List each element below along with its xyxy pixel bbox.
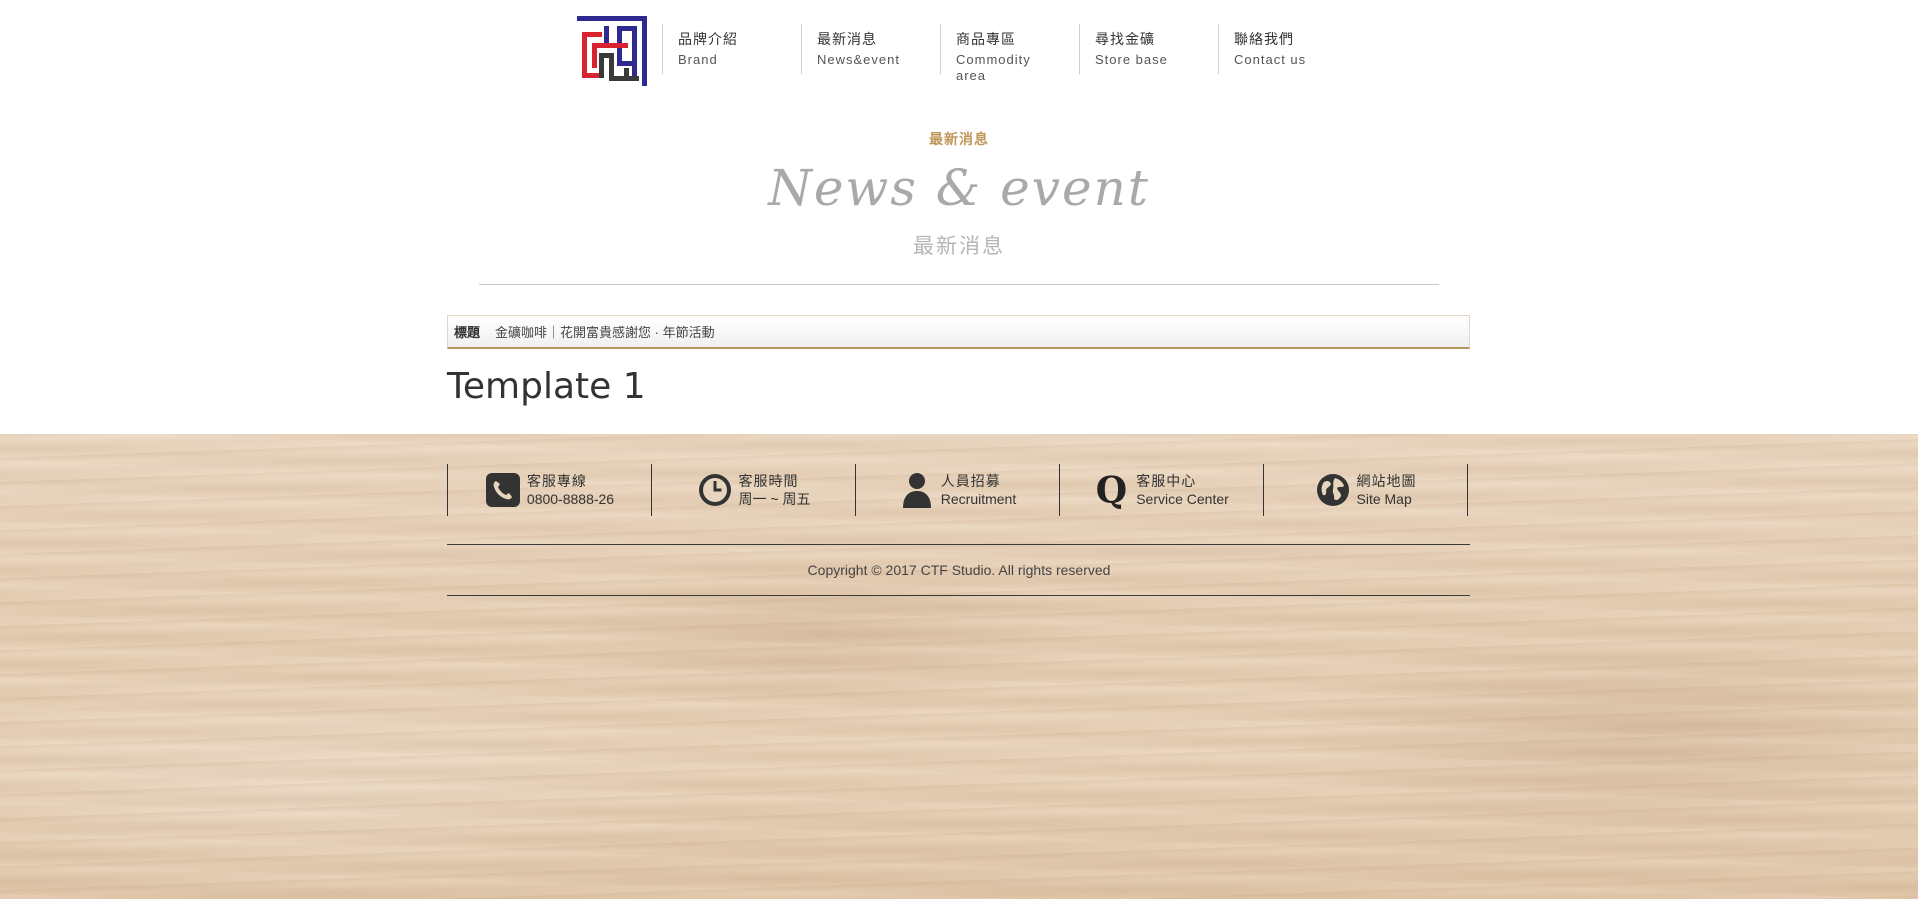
footer-info-row: 客服專線 0800-8888-26 客服時間 周一 ~ 周五 人員招募 Recr… xyxy=(447,464,1468,516)
title-label: 標題 xyxy=(454,325,481,340)
footer-item-label: 客服中心 xyxy=(1136,473,1197,489)
footer-item-service-center[interactable]: Q 客服中心 Service Center xyxy=(1059,464,1263,516)
nav-item-sublabel: Contact us xyxy=(1234,52,1307,67)
footer-item-sublabel: Site Map xyxy=(1356,491,1412,507)
footer-item-label: 客服時間 xyxy=(738,473,799,489)
phone-icon xyxy=(485,472,521,508)
nav-item-label: 最新消息 xyxy=(817,31,877,47)
footer-item-hotline[interactable]: 客服專線 0800-8888-26 xyxy=(447,464,651,516)
nav-item-brand[interactable]: 品牌介紹 Brand xyxy=(662,24,785,74)
footer-item-sitemap[interactable]: 網站地圖 Site Map xyxy=(1263,464,1468,516)
globe-icon xyxy=(1315,472,1351,508)
copyright-text: Copyright © 2017 CTF Studio. All rights … xyxy=(807,562,1111,578)
page-subtitle: 最新消息 xyxy=(913,235,1005,258)
footer-item-sublabel: Recruitment xyxy=(940,491,1017,507)
nav-item-store[interactable]: 尋找金礦 Store base xyxy=(1079,24,1202,74)
clock-icon xyxy=(697,472,733,508)
section-kicker: 最新消息 xyxy=(929,131,989,147)
nav-item-label: 商品專區 xyxy=(956,31,1016,47)
divider xyxy=(479,284,1439,285)
site-header: 品牌介紹 Brand 最新消息 News&event 商品專區 Commodit… xyxy=(0,0,1918,100)
nav-item-sublabel: News&event xyxy=(817,52,900,67)
footer-item-label: 客服專線 xyxy=(526,473,587,489)
main-nav: 品牌介紹 Brand 最新消息 News&event 商品專區 Commodit… xyxy=(662,24,1357,83)
footer-item-recruitment[interactable]: 人員招募 Recruitment xyxy=(855,464,1059,516)
footer-item-label: 網站地圖 xyxy=(1356,473,1417,489)
person-icon xyxy=(899,472,935,508)
article-heading: Template 1 xyxy=(447,366,646,407)
page-title: News & event xyxy=(768,159,1150,217)
article-title-bar: 標題 金礦咖啡｜花開富貴感謝您 · 年節活動 xyxy=(447,315,1470,349)
brand-logo[interactable] xyxy=(577,16,647,86)
article-title: 金礦咖啡｜花開富貴感謝您 · 年節活動 xyxy=(495,325,715,340)
q-icon: Q xyxy=(1094,470,1130,510)
footer-divider xyxy=(447,595,1470,596)
footer-item-label: 人員招募 xyxy=(940,473,1001,489)
nav-item-sublabel: Store base xyxy=(1095,52,1168,67)
nav-item-sublabel: Brand xyxy=(678,52,718,67)
site-footer: 客服專線 0800-8888-26 客服時間 周一 ~ 周五 人員招募 Recr… xyxy=(0,434,1918,899)
footer-item-hours[interactable]: 客服時間 周一 ~ 周五 xyxy=(651,464,855,516)
nav-item-contact[interactable]: 聯絡我們 Contact us xyxy=(1218,24,1341,74)
footer-divider xyxy=(447,544,1470,545)
nav-item-commodity[interactable]: 商品專區 Commodity area xyxy=(940,24,1063,83)
nav-item-label: 聯絡我們 xyxy=(1234,31,1294,47)
nav-item-sublabel: Commodity area xyxy=(956,52,1031,83)
footer-item-sublabel: Service Center xyxy=(1136,491,1229,507)
footer-item-sublabel: 周一 ~ 周五 xyxy=(738,491,811,507)
footer-item-sublabel: 0800-8888-26 xyxy=(526,491,615,507)
nav-item-news[interactable]: 最新消息 News&event xyxy=(801,24,924,74)
svg-text:Q: Q xyxy=(1096,470,1127,510)
nav-item-label: 品牌介紹 xyxy=(678,31,738,47)
nav-item-label: 尋找金礦 xyxy=(1095,31,1155,47)
logo-mark-icon xyxy=(577,16,647,86)
